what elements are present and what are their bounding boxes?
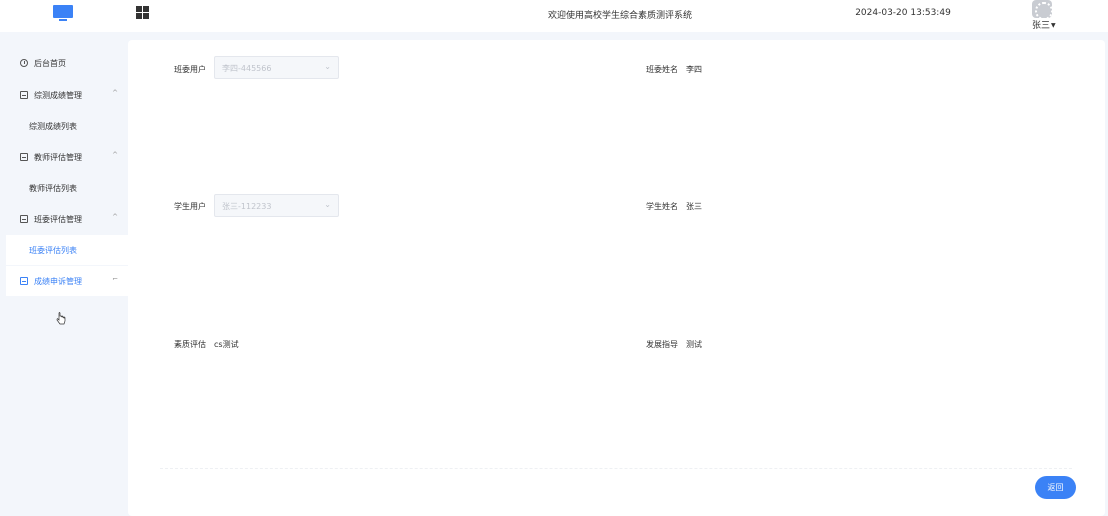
sidebar: 后台首页 综测成绩管理 ^ 综测成绩列表 教师评估管理 ^ 教师评估列表 班委评… — [0, 32, 128, 516]
system-title: 欢迎使用高校学生综合素质测评系统 — [547, 11, 692, 21]
quality-evaluation-value: cs测试 — [214, 340, 239, 349]
class-name-value: 李四 — [686, 65, 702, 74]
divider — [160, 468, 1072, 469]
top-header: 欢迎使用高校学生综合素质测评系统 2024-03-20 13:53:49 张三▼ — [0, 0, 1108, 32]
hand-pointer-icon — [56, 312, 66, 325]
sidebar-item-label: 班委评估管理 — [34, 215, 82, 224]
user-name: 张三 — [1032, 21, 1051, 31]
chevron-up-icon: ^ — [112, 151, 118, 159]
clock-icon — [20, 59, 28, 67]
development-guidance-value: 测试 — [686, 340, 702, 349]
monitor-icon[interactable] — [53, 5, 73, 21]
sidebar-item-home[interactable]: 后台首页 — [6, 48, 128, 78]
sidebar-item-class-committee-evaluation[interactable]: 班委评估管理 ^ — [6, 204, 128, 234]
chevron-icon: ⌐ — [112, 275, 118, 283]
sidebar-item-score-appeal[interactable]: 成绩申诉管理 ⌐ — [6, 266, 128, 296]
monitor-stand — [59, 19, 67, 21]
chevron-down-icon: ⌄ — [324, 200, 331, 209]
student-name-label: 学生姓名 — [646, 202, 678, 211]
grid-cell — [136, 6, 142, 12]
doc-icon — [20, 277, 28, 285]
class-user-value: 李四-445566 — [222, 64, 272, 73]
grid-cell — [143, 13, 149, 19]
class-name-label: 班委姓名 — [646, 65, 678, 74]
sidebar-item-label: 综测成绩列表 — [29, 122, 77, 131]
detail-form-card: 班委用户 李四-445566 ⌄ 班委姓名 李四 学生用户 张三-112233 … — [128, 40, 1105, 516]
sidebar-item-class-committee-evaluation-list[interactable]: 班委评估列表 — [6, 235, 128, 265]
sidebar-item-score-list[interactable]: 综测成绩列表 — [6, 111, 128, 141]
sidebar-item-teacher-evaluation-list[interactable]: 教师评估列表 — [6, 173, 128, 203]
monitor-screen — [53, 5, 73, 18]
doc-icon — [20, 153, 28, 161]
class-user-label: 班委用户 — [174, 65, 206, 74]
sidebar-item-label: 班委评估列表 — [29, 246, 77, 255]
sidebar-item-label: 后台首页 — [34, 59, 66, 68]
doc-icon — [20, 91, 28, 99]
chevron-up-icon: ^ — [112, 89, 118, 97]
sidebar-item-label: 成绩申诉管理 — [34, 277, 82, 286]
student-user-label: 学生用户 — [174, 202, 206, 211]
sidebar-item-label: 综测成绩管理 — [34, 91, 82, 100]
class-user-select[interactable]: 李四-445566 ⌄ — [214, 56, 339, 79]
grid-icon[interactable] — [136, 6, 149, 19]
avatar[interactable] — [1032, 0, 1052, 18]
doc-icon — [20, 215, 28, 223]
grid-cell — [136, 13, 142, 19]
grid-cell — [143, 6, 149, 12]
sidebar-item-label: 教师评估列表 — [29, 184, 77, 193]
student-name-value: 张三 — [686, 202, 702, 211]
chevron-up-icon: ^ — [112, 213, 118, 221]
student-user-value: 张三-112233 — [222, 202, 272, 211]
sidebar-item-teacher-evaluation[interactable]: 教师评估管理 ^ — [6, 142, 128, 172]
user-menu[interactable]: 张三▼ — [1032, 18, 1056, 31]
sidebar-item-score-management[interactable]: 综测成绩管理 ^ — [6, 80, 128, 110]
chevron-down-icon: ⌄ — [324, 62, 331, 71]
student-user-select[interactable]: 张三-112233 ⌄ — [214, 194, 339, 217]
back-button[interactable]: 返回 — [1035, 476, 1076, 499]
current-datetime: 2024-03-20 13:53:49 — [855, 8, 951, 18]
sidebar-item-label: 教师评估管理 — [34, 153, 82, 162]
caret-down-icon: ▼ — [1051, 22, 1056, 29]
development-guidance-label: 发展指导 — [646, 340, 678, 349]
quality-evaluation-label: 素质评估 — [174, 340, 206, 349]
